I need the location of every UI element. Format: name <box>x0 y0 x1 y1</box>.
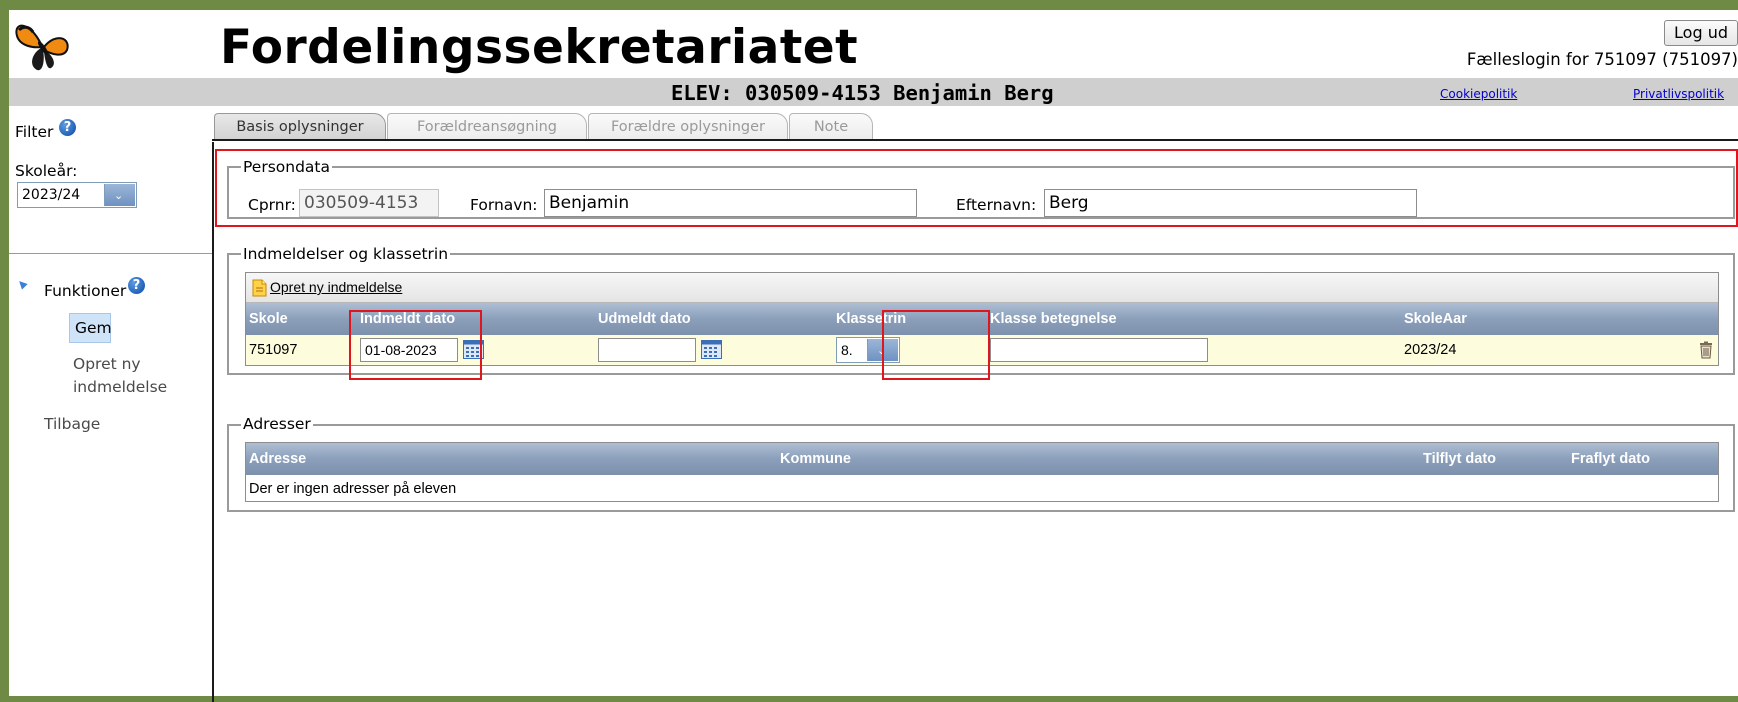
sidebar-section-divider <box>9 253 212 254</box>
calendar-icon[interactable] <box>701 340 722 359</box>
tab-foraeldre-oplysninger[interactable]: Forældre oplysninger <box>588 113 788 140</box>
new-enrollment-line1: Opret ny <box>73 355 141 373</box>
col-tilflyt-dato[interactable]: Tilflyt dato <box>1423 451 1496 467</box>
enrollments-legend: Indmeldelser og klassetrin <box>241 245 451 263</box>
schoolyear-value: 2023/24 <box>22 187 81 203</box>
col-udmeldt-dato[interactable]: Udmeldt dato <box>598 311 691 327</box>
new-enrollment-link[interactable]: Opret ny indmeldelse <box>270 279 402 295</box>
sidebar-divider <box>212 142 214 702</box>
app-window: Fordelingssekretariatet Log ud Fælleslog… <box>9 10 1738 702</box>
col-fraflyt-dato[interactable]: Fraflyt dato <box>1571 451 1650 467</box>
row-school-year: 2023/24 <box>1404 342 1457 358</box>
tab-baseline <box>212 139 1738 141</box>
tab-basis-oplysninger[interactable]: Basis oplysninger <box>214 113 386 140</box>
back-link[interactable]: Tilbage <box>44 415 100 433</box>
col-kommune[interactable]: Kommune <box>780 451 851 467</box>
filter-label: Filter <box>15 123 54 141</box>
tab-foraeldreansoegning[interactable]: Forældreansøgning <box>387 113 587 140</box>
col-skoleaar[interactable]: SkoleAar <box>1404 311 1467 327</box>
enrollments-toolbar <box>246 273 1718 303</box>
filter-help-icon[interactable]: ? <box>59 119 76 136</box>
chevron-down-icon[interactable]: ⌄ <box>104 184 135 206</box>
col-skole[interactable]: Skole <box>249 311 288 327</box>
save-button[interactable]: Gem <box>69 313 112 343</box>
row-school: 751097 <box>249 342 298 358</box>
functions-label: Funktioner <box>44 282 127 300</box>
schoolyear-label: Skoleår: <box>15 162 78 180</box>
trash-icon[interactable] <box>1699 341 1713 359</box>
cookie-policy-link[interactable]: Cookiepolitik <box>1440 87 1517 101</box>
grade-highlight-box <box>882 310 990 380</box>
persondata-highlight-box <box>215 149 1738 227</box>
addresses-empty-text: Der er ingen adresser på eleven <box>249 481 457 497</box>
withdrawn-date-field[interactable] <box>598 338 696 362</box>
logout-button[interactable]: Log ud <box>1664 20 1738 46</box>
addresses-grid: Adresse Kommune Tilflyt dato Fraflyt dat… <box>245 442 1719 502</box>
expand-triangle-icon[interactable] <box>16 278 28 290</box>
col-adresse[interactable]: Adresse <box>249 451 306 467</box>
schoolyear-select[interactable]: 2023/24 ⌄ <box>17 182 137 208</box>
butterfly-logo-icon <box>15 24 69 71</box>
privacy-policy-link[interactable]: Privatlivspolitik <box>1633 87 1724 101</box>
new-enrollment-line2: indmeldelse <box>73 378 168 396</box>
class-name-field[interactable] <box>990 338 1208 362</box>
col-klasse-betegnelse[interactable]: Klasse betegnelse <box>990 311 1117 327</box>
enrolled-date-highlight-box <box>349 310 482 380</box>
grade-value: 8. <box>841 342 853 358</box>
functions-help-icon[interactable]: ? <box>128 277 145 294</box>
student-title: ELEV: 030509-4153 Benjamin Berg <box>671 81 1054 105</box>
tab-note[interactable]: Note <box>789 113 873 140</box>
new-document-icon <box>252 279 267 297</box>
login-info: Fælleslogin for 751097 (751097) <box>1466 50 1738 69</box>
app-title: Fordelingssekretariatet <box>220 20 859 75</box>
addresses-legend: Adresser <box>241 415 313 433</box>
addresses-grid-header: Adresse Kommune Tilflyt dato Fraflyt dat… <box>246 443 1718 475</box>
